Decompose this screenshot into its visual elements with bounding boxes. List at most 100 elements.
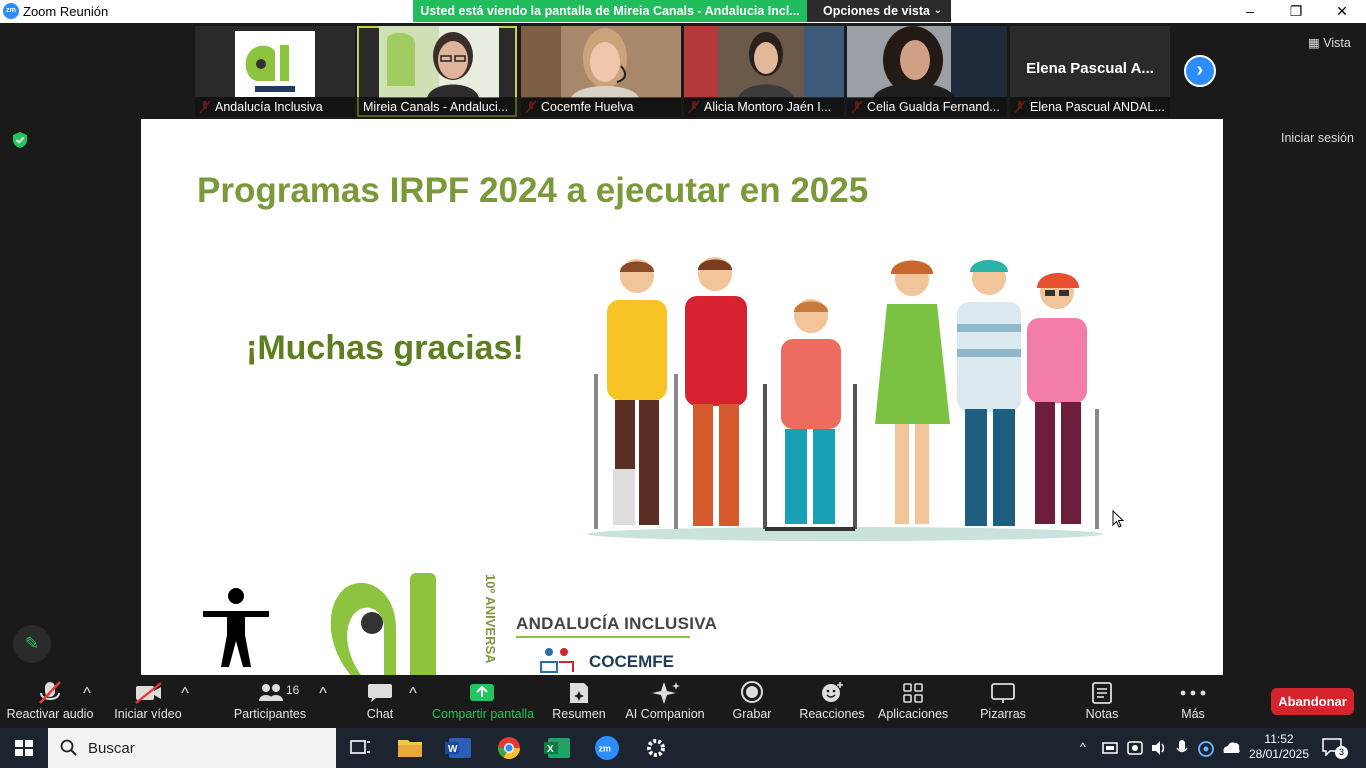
sign-in-link[interactable]: Iniciar sesión (1281, 131, 1354, 145)
participant-tile-active-speaker[interactable]: Mireia Canals - Andaluci... (357, 26, 517, 117)
share-screen-button[interactable]: Compartir pantalla (432, 675, 534, 728)
start-video-button[interactable]: Iniciar vídeo (106, 675, 190, 728)
windows-start-icon[interactable] (0, 728, 48, 768)
summary-button[interactable]: Resumen (548, 675, 610, 728)
accessibility-figure-icon (203, 588, 269, 667)
anniversary-label: 10º ANIVERSA (483, 574, 498, 664)
whiteboard-icon (991, 683, 1015, 703)
participant-name: Andalucía Inclusiva (195, 97, 355, 117)
leave-meeting-button[interactable]: Abandonar (1271, 688, 1354, 715)
chat-bubble-icon (368, 684, 392, 702)
participant-name: Mireia Canals - Andaluci... (357, 97, 517, 117)
participant-tile[interactable]: Cocemfe Huelva (521, 26, 681, 117)
participant-video (847, 26, 1007, 98)
apps-icon (903, 683, 923, 703)
clock-time: 11:52 (1264, 732, 1294, 746)
volume-icon[interactable] (1149, 728, 1169, 768)
search-placeholder: Buscar (88, 740, 135, 757)
taskbar-clock[interactable]: 11:52 28/01/2025 (1248, 732, 1310, 762)
view-button[interactable]: ▦ Vista (1308, 35, 1351, 50)
participant-video (521, 26, 681, 98)
slide-title: Programas IRPF 2024 a ejecutar en 2025 (197, 171, 869, 210)
svg-text:W: W (448, 744, 458, 755)
more-dots-icon (1180, 690, 1206, 696)
excel-icon[interactable]: X (534, 728, 582, 768)
minimize-button[interactable]: – (1227, 0, 1273, 23)
svg-text:X: X (547, 744, 554, 755)
participant-tile[interactable]: Elena Pascual A... Elena Pascual ANDAL..… (1010, 26, 1170, 117)
brand-name: ANDALUCÍA INCLUSIVA (516, 614, 718, 633)
zoom-app: zm Zoom Reunión – ❐ ✕ Usted está viendo … (0, 0, 1366, 768)
participant-name: Alicia Montoro Jaén I... (684, 97, 844, 117)
participants-button[interactable]: 16 Participantes (228, 675, 312, 728)
brand-divider (516, 636, 690, 638)
view-options-label: Opciones de vista (823, 4, 930, 18)
view-options-button[interactable]: Opciones de vista ⌄ (807, 0, 951, 22)
participant-tile[interactable]: Celia Gualda Fernand... (847, 26, 1007, 117)
cocemfe-logo-icon (540, 648, 574, 673)
andalucia-inclusiva-logo-icon (235, 31, 315, 97)
zoom-app-icon[interactable]: zm (583, 728, 631, 768)
zoom-logo-icon: zm (3, 3, 19, 19)
brand-subtitle: COCEMFE (589, 652, 674, 671)
participant-video (379, 26, 499, 98)
next-page-arrow-icon[interactable]: › (1184, 55, 1216, 87)
clock-date: 28/01/2025 (1248, 747, 1310, 761)
sparkle-icon (652, 682, 680, 704)
file-explorer-icon[interactable] (386, 728, 434, 768)
participant-display-name: Elena Pascual A... (1026, 60, 1154, 77)
video-off-icon (135, 682, 162, 704)
ai-companion-button[interactable]: AI Companion (624, 675, 706, 728)
whiteboards-button[interactable]: Pizarras (970, 675, 1036, 728)
mouse-cursor-icon (1112, 510, 1124, 528)
participant-tile[interactable]: Andalucía Inclusiva (195, 26, 355, 117)
participants-count: 16 (286, 683, 300, 697)
reactions-button[interactable]: Reacciones (796, 675, 868, 728)
record-button[interactable]: Grabar (726, 675, 778, 728)
slide-thanks-text: ¡Muchas gracias! (246, 329, 524, 367)
participant-name: Cocemfe Huelva (521, 97, 681, 117)
participant-name: Elena Pascual ANDAL... (1010, 97, 1170, 117)
notes-icon (1092, 682, 1112, 704)
chrome-icon[interactable] (485, 728, 533, 768)
shared-screen-slide: Programas IRPF 2024 a ejecutar en 2025 ¡… (141, 119, 1223, 675)
participant-tile[interactable]: Alicia Montoro Jaén I... (684, 26, 844, 117)
screen-share-banner: Usted está viendo la pantalla de Mireia … (413, 0, 807, 22)
shield-check-icon[interactable] (12, 131, 28, 149)
chevron-down-icon: ⌄ (933, 5, 942, 16)
smiley-plus-icon (822, 682, 843, 702)
microphone-tray-icon[interactable] (1172, 728, 1192, 768)
windows-taskbar: Buscar W X zm ^ 11:52 28/01/2025 3 (0, 728, 1366, 768)
notification-count-badge: 3 (1335, 746, 1348, 759)
record-icon (741, 681, 763, 703)
restore-button[interactable]: ❐ (1273, 0, 1319, 23)
annotate-pencil-icon[interactable]: ✎ (13, 625, 51, 663)
grid-view-icon: ▦ (1308, 36, 1320, 50)
window-title: Zoom Reunión (23, 4, 109, 19)
show-hidden-icons-chevron-icon[interactable]: ^ (1078, 728, 1094, 768)
search-icon (60, 739, 77, 756)
task-view-icon[interactable] (336, 728, 384, 768)
apps-button[interactable]: Aplicaciones (878, 675, 948, 728)
more-button[interactable]: Más (1166, 675, 1220, 728)
participant-video (684, 26, 844, 98)
view-button-label: Vista (1323, 36, 1351, 50)
taskbar-search-box[interactable]: Buscar (48, 728, 336, 768)
network-icon[interactable] (1196, 728, 1216, 768)
notes-button[interactable]: Notas (1074, 675, 1130, 728)
close-button[interactable]: ✕ (1319, 0, 1365, 23)
settings-gear-icon[interactable] (632, 728, 680, 768)
chat-button[interactable]: Chat (346, 675, 414, 728)
svg-text:zm: zm (599, 744, 612, 754)
notification-center-button[interactable]: 3 (1322, 738, 1348, 759)
diverse-people-illustration (587, 257, 1103, 541)
people-icon (259, 684, 283, 701)
share-screen-icon (470, 684, 494, 701)
word-icon[interactable]: W (435, 728, 483, 768)
onedrive-cloud-icon[interactable] (1220, 728, 1242, 768)
participant-gallery: Andalucía Inclusiva Mireia Canals - Anda… (195, 26, 1175, 117)
camera-tray-icon[interactable] (1125, 728, 1145, 768)
battery-plug-icon[interactable] (1100, 728, 1120, 768)
meeting-toolbar: Reactivar audio ^ Iniciar vídeo ^ 16 Par… (0, 675, 1366, 728)
participant-name: Celia Gualda Fernand... (847, 97, 1007, 117)
